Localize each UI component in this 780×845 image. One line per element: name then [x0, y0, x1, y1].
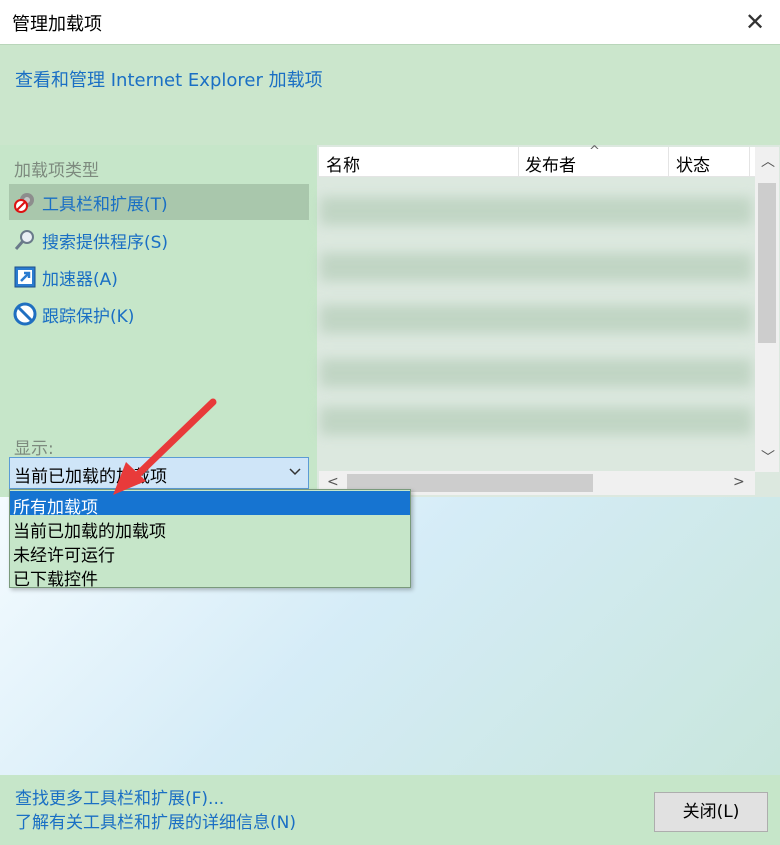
table-row	[320, 407, 752, 435]
scroll-down-icon[interactable]: ﹀	[761, 447, 775, 467]
column-header-publisher[interactable]: 发布者	[525, 151, 576, 176]
sidebar-item-label: 搜索提供程序(S)	[42, 232, 169, 253]
table-row	[320, 197, 752, 225]
sidebar-item-label: 工具栏和扩展(T)	[42, 194, 168, 215]
footer-panel: 查找更多工具栏和扩展(F)... 了解有关工具栏和扩展的详细信息(N) 关闭(L…	[0, 775, 780, 845]
show-dropdown[interactable]: 当前已加载的加载项	[9, 457, 309, 489]
column-separator	[668, 147, 669, 176]
sidebar-item-label: 加速器(A)	[42, 269, 118, 290]
dropdown-option-loaded[interactable]: 当前已加载的加载项	[10, 515, 410, 542]
option-label: 已下载控件	[13, 570, 98, 590]
no-entry-icon	[12, 301, 38, 327]
dropdown-option-all[interactable]: 所有加载项	[10, 491, 410, 518]
vertical-scrollbar[interactable]: ︿ ﹀	[755, 147, 779, 472]
magnifier-icon	[12, 227, 38, 253]
close-button[interactable]: 关闭(L)	[654, 792, 768, 832]
accelerator-icon	[12, 264, 38, 290]
sidebar-item-toolbars[interactable]: 工具栏和扩展(T)	[9, 184, 309, 220]
table-row	[320, 359, 752, 387]
scroll-left-icon[interactable]: <	[327, 474, 339, 490]
learn-more-link[interactable]: 了解有关工具栏和扩展的详细信息(N)	[15, 808, 296, 833]
scroll-up-icon[interactable]: ︿	[761, 151, 775, 171]
table-row	[320, 305, 752, 333]
show-dropdown-value: 当前已加载的加载项	[14, 467, 167, 487]
window-title: 管理加载项	[12, 14, 102, 35]
sidebar-item-search-providers[interactable]: 搜索提供程序(S)	[9, 222, 309, 258]
column-separator	[749, 147, 750, 176]
addon-type-label: 加载项类型	[14, 161, 99, 181]
addon-type-panel: 加载项类型 工具栏和扩展(T) 搜索提供程序(S) 加速器(A) 跟踪保护(K)…	[0, 145, 317, 497]
show-dropdown-list: 所有加载项 当前已加载的加载项 未经许可运行 已下载控件	[9, 489, 411, 590]
find-more-link[interactable]: 查找更多工具栏和扩展(F)...	[15, 784, 224, 809]
close-icon[interactable]: ✕	[738, 4, 772, 40]
show-label: 显示:	[14, 439, 54, 459]
scroll-right-icon[interactable]: >	[733, 474, 745, 490]
dropdown-option-unapproved[interactable]: 未经许可运行	[10, 539, 410, 566]
title-bar: 管理加载项 ✕	[0, 0, 780, 44]
header-text: 查看和管理 Internet Explorer 加载项	[15, 70, 323, 91]
table-row	[320, 253, 752, 281]
vertical-scroll-thumb[interactable]	[758, 183, 776, 343]
gear-blocked-icon	[12, 189, 38, 215]
dropdown-option-downloaded[interactable]: 已下载控件	[10, 563, 410, 590]
column-separator	[518, 147, 519, 176]
column-header-name[interactable]: 名称	[326, 151, 360, 176]
sidebar-item-accelerators[interactable]: 加速器(A)	[9, 259, 309, 295]
column-header-row: 名称 发布者 ^ 状态	[319, 144, 756, 177]
sidebar-item-label: 跟踪保护(K)	[42, 306, 135, 327]
column-header-status[interactable]: 状态	[676, 151, 710, 176]
header-panel: 查看和管理 Internet Explorer 加载项	[0, 44, 780, 145]
addon-list[interactable]: 名称 发布者 ^ 状态 ︿ ﹀ < >	[317, 144, 780, 497]
sort-caret-icon: ^	[589, 144, 600, 159]
chevron-down-icon	[288, 464, 302, 484]
sidebar-item-tracking-protection[interactable]: 跟踪保护(K)	[9, 296, 309, 332]
